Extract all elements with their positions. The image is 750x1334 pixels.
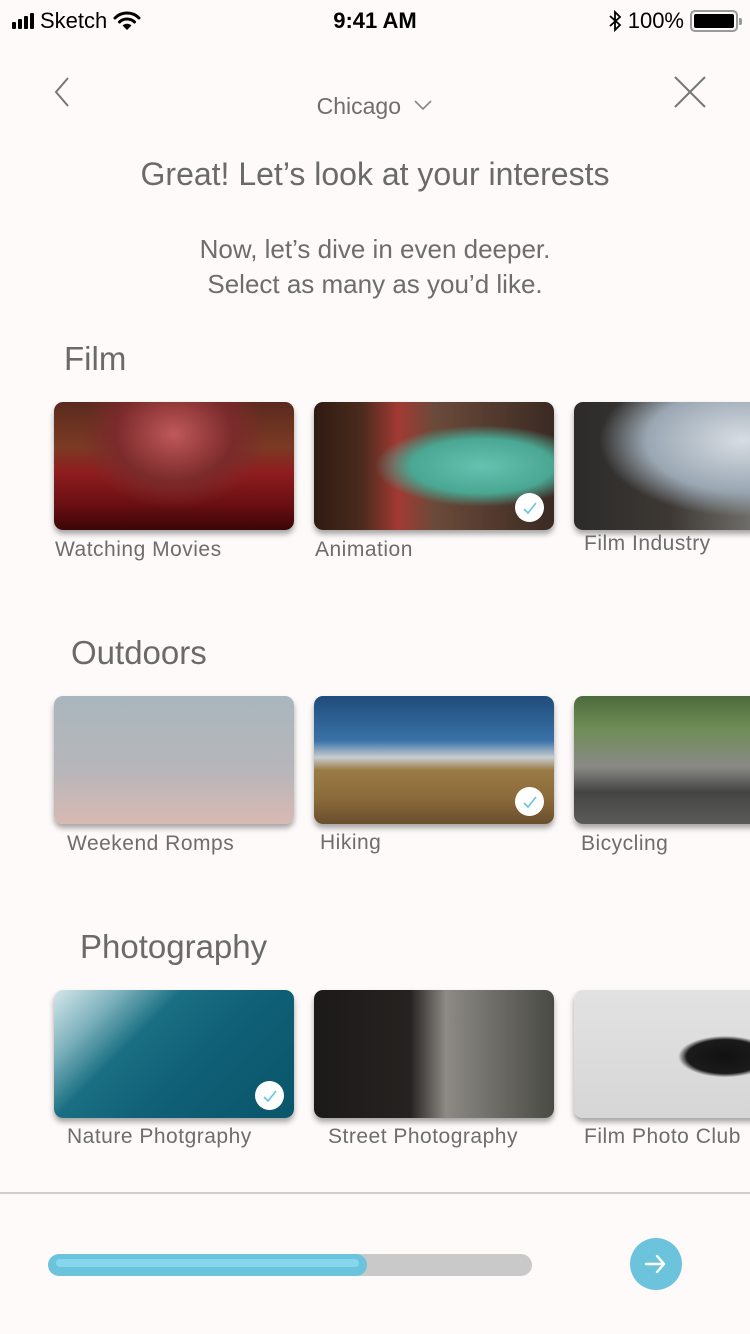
city-selector[interactable]: Chicago: [0, 93, 750, 120]
city-label: Chicago: [316, 93, 401, 119]
checkmark-icon: [262, 1090, 277, 1102]
theater-seats-photo: [54, 402, 294, 530]
section-title-film: Film: [64, 340, 127, 377]
vintage-camera-photo: [574, 990, 750, 1118]
interest-card-film-photo-club[interactable]: [574, 990, 750, 1118]
interest-label: Film Industry: [584, 532, 711, 555]
interest-label: Hiking: [320, 831, 382, 854]
bluetooth-icon: [609, 10, 622, 32]
interest-label: Bicycling: [581, 832, 669, 855]
page-subtitle: Now, let’s dive in even deeper. Select a…: [0, 232, 750, 302]
interest-card-hiking[interactable]: [314, 696, 554, 824]
street-photographer-photo: [314, 990, 554, 1118]
selected-badge: [515, 493, 544, 522]
interest-card-street-photography[interactable]: [314, 990, 554, 1118]
section-title-photography: Photography: [80, 928, 268, 965]
battery-percent: 100%: [627, 8, 684, 33]
interest-label: Weekend Romps: [67, 832, 235, 855]
next-button[interactable]: [630, 1238, 682, 1290]
cyclists-photo: [574, 696, 750, 824]
progress-bar: [48, 1254, 532, 1276]
interest-card-animation[interactable]: [314, 402, 554, 530]
interest-label: Street Photography: [328, 1125, 518, 1148]
checkmark-icon: [522, 796, 537, 808]
interest-card-watching-movies[interactable]: [54, 402, 294, 530]
camera-crew-photo: [574, 402, 750, 530]
footer-divider: [0, 1192, 750, 1194]
progress-fill: [48, 1254, 368, 1276]
interest-label: Nature Photgraphy: [67, 1125, 252, 1148]
interest-card-bicycling[interactable]: [574, 696, 750, 824]
palm-trees-photo: [54, 696, 294, 824]
section-title-outdoors: Outdoors: [71, 634, 207, 671]
chevron-down-icon: [414, 100, 432, 111]
close-button[interactable]: [672, 72, 708, 112]
selected-badge: [515, 787, 544, 816]
interest-label: Watching Movies: [55, 538, 222, 561]
interest-card-nature-photography[interactable]: [54, 990, 294, 1118]
close-icon: [674, 76, 706, 108]
interest-label: Animation: [315, 538, 413, 561]
interest-card-weekend-romps[interactable]: [54, 696, 294, 824]
interest-label: Film Photo Club: [584, 1125, 741, 1148]
checkmark-icon: [522, 502, 537, 514]
arrow-right-icon: [644, 1254, 666, 1274]
subtitle-line-2: Select as many as you’d like.: [207, 269, 543, 299]
subtitle-line-1: Now, let’s dive in even deeper.: [199, 234, 551, 264]
status-bar: Sketch 9:41 AM 100%: [0, 0, 750, 40]
battery-icon: [690, 10, 742, 32]
page-title: Great! Let’s look at your interests: [140, 156, 610, 192]
interest-card-film-industry[interactable]: [574, 402, 750, 530]
selected-badge: [255, 1081, 284, 1110]
